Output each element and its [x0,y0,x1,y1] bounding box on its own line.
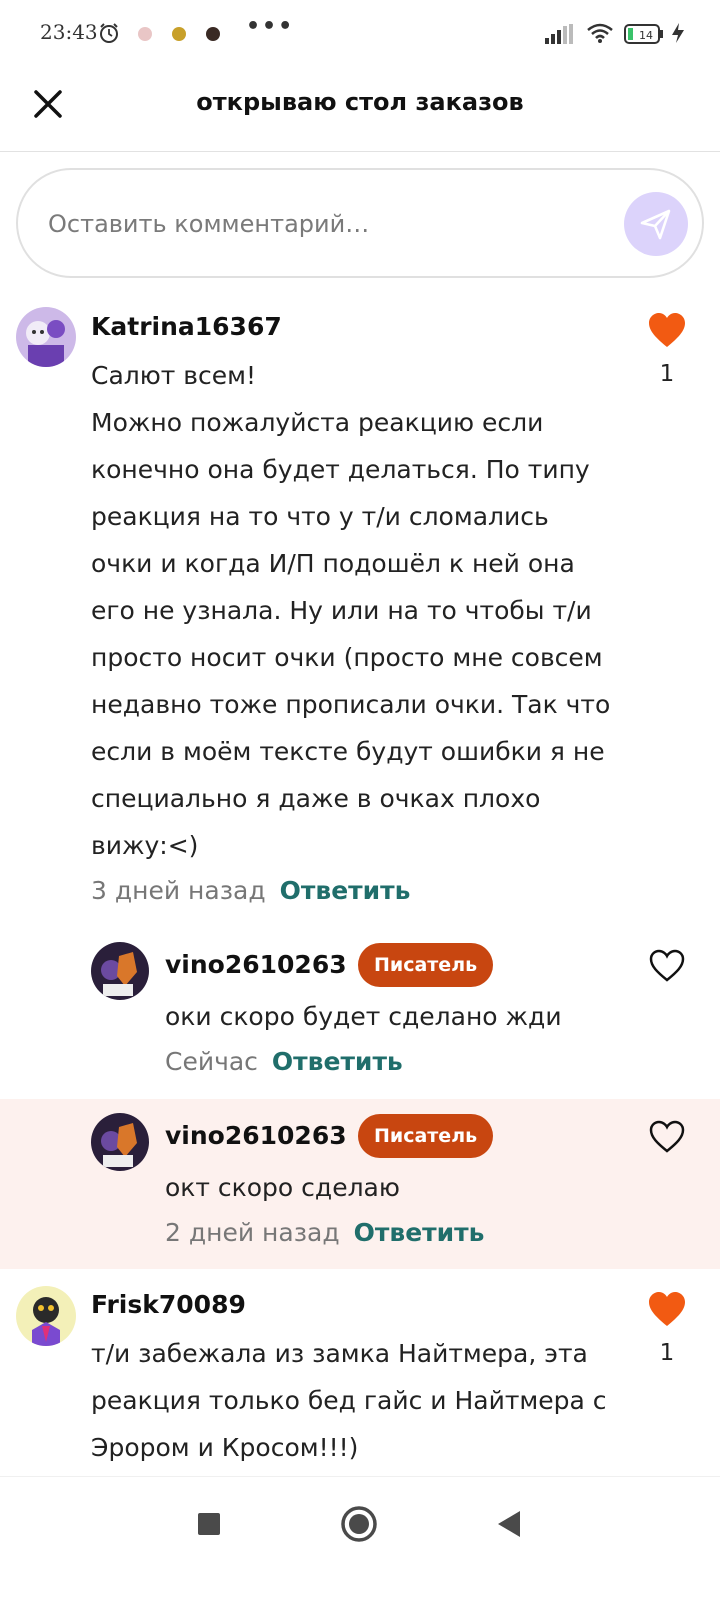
comment-time: 3 дней назад [91,876,266,905]
reply-username[interactable]: vino2610263 [165,1121,347,1150]
like-count: 1 [659,361,675,387]
send-button[interactable] [624,192,688,256]
svg-text:14: 14 [639,29,653,42]
signal-icon [545,24,573,44]
status-time: 23:43 [40,20,98,44]
reply-meta: 2 дней назад Ответить [165,1218,484,1247]
more-dots-icon: ••• [246,14,295,39]
avatar[interactable] [91,1113,149,1171]
comment-input[interactable] [48,204,588,244]
wifi-icon [587,23,613,43]
charging-icon [672,23,684,43]
writer-badge: Писатель [358,1114,494,1158]
reply-username[interactable]: vino2610263 [165,950,347,979]
back-icon[interactable] [496,1509,522,1539]
comment-text: Салют всем! Можно пожалуйста реакцию есл… [91,361,611,860]
heart-outline-icon[interactable] [648,1119,686,1155]
reply-button[interactable]: Ответить [272,1047,403,1076]
avatar[interactable] [16,1286,76,1346]
reply-text: окт скоро сделаю [165,1173,400,1202]
reply-button[interactable]: Ответить [280,876,411,905]
page-title: открываю стол заказов [196,88,524,116]
home-icon[interactable] [340,1505,378,1543]
status-bar: 23:43 ••• 14 [0,0,720,70]
alarm-icon [100,23,118,43]
header: открываю стол заказов [0,70,720,152]
avatar[interactable] [91,942,149,1000]
app-notification-icon [172,27,186,41]
app-notification-icon [138,27,152,41]
reply-text: оки скоро будет сделано жди [165,1002,562,1031]
app-notification-icon [206,27,220,41]
comment-input-container[interactable] [16,168,704,278]
reply-button[interactable]: Ответить [354,1218,485,1247]
reply-meta: Сейчас Ответить [165,1047,403,1076]
send-icon [640,209,671,240]
writer-badge: Писатель [358,943,494,987]
like-count: 1 [659,1340,675,1366]
reply-time: 2 дней назад [165,1218,340,1247]
battery-icon: 14 [624,24,663,44]
reply-time: Сейчас [165,1047,258,1076]
comment-text: т/и забежала из замка Найтмера, эта реак… [91,1339,615,1462]
comment-username[interactable]: Frisk70089 [91,1290,246,1319]
heart-outline-icon[interactable] [648,948,686,984]
system-nav-bar [0,1476,720,1600]
avatar[interactable] [16,307,76,367]
heart-filled-icon[interactable] [648,1292,686,1328]
recents-icon[interactable] [198,1513,220,1535]
heart-filled-icon[interactable] [648,313,686,349]
comment-username[interactable]: Katrina16367 [91,312,282,341]
comment-meta: 3 дней назад Ответить [91,876,410,905]
